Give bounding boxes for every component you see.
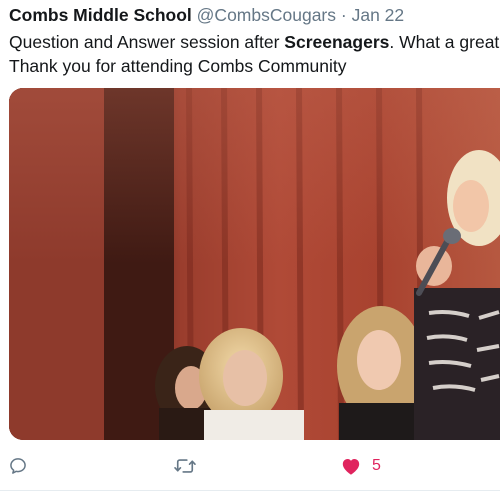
tweet-actions: 5 <box>0 452 500 480</box>
tweet-text-line-1: Question and Answer session after Screen… <box>9 30 500 54</box>
tweet-text: Question and Answer session after Screen… <box>9 30 500 78</box>
retweet-button[interactable] <box>173 452 197 480</box>
like-count: 5 <box>372 457 381 474</box>
retweet-icon <box>174 459 196 473</box>
tweet-text-prefix: Question and Answer session after <box>9 32 285 52</box>
tweet-header: Combs Middle School @CombsCougars · Jan … <box>9 4 404 26</box>
tweet-photo[interactable] <box>9 88 500 440</box>
header-separator: · <box>340 5 347 25</box>
tweet-date[interactable]: Jan 22 <box>352 5 405 25</box>
like-button[interactable]: 5 <box>340 452 381 480</box>
photo-scene <box>9 88 500 440</box>
audience-woman-long-hair <box>337 306 425 440</box>
tweet-text-line-2: Thank you for attending Combs Community <box>9 56 347 76</box>
tweet-text-suffix: . What a great night! <box>389 32 500 52</box>
divider <box>0 490 500 491</box>
author-handle[interactable]: @CombsCougars <box>197 5 336 25</box>
tweet[interactable]: Combs Middle School @CombsCougars · Jan … <box>0 0 500 500</box>
reply-button[interactable] <box>8 452 28 480</box>
reply-icon <box>10 458 26 474</box>
author-name[interactable]: Combs Middle School <box>9 5 192 25</box>
tweet-text-bold: Screenagers <box>284 32 390 52</box>
heart-icon <box>342 459 360 475</box>
